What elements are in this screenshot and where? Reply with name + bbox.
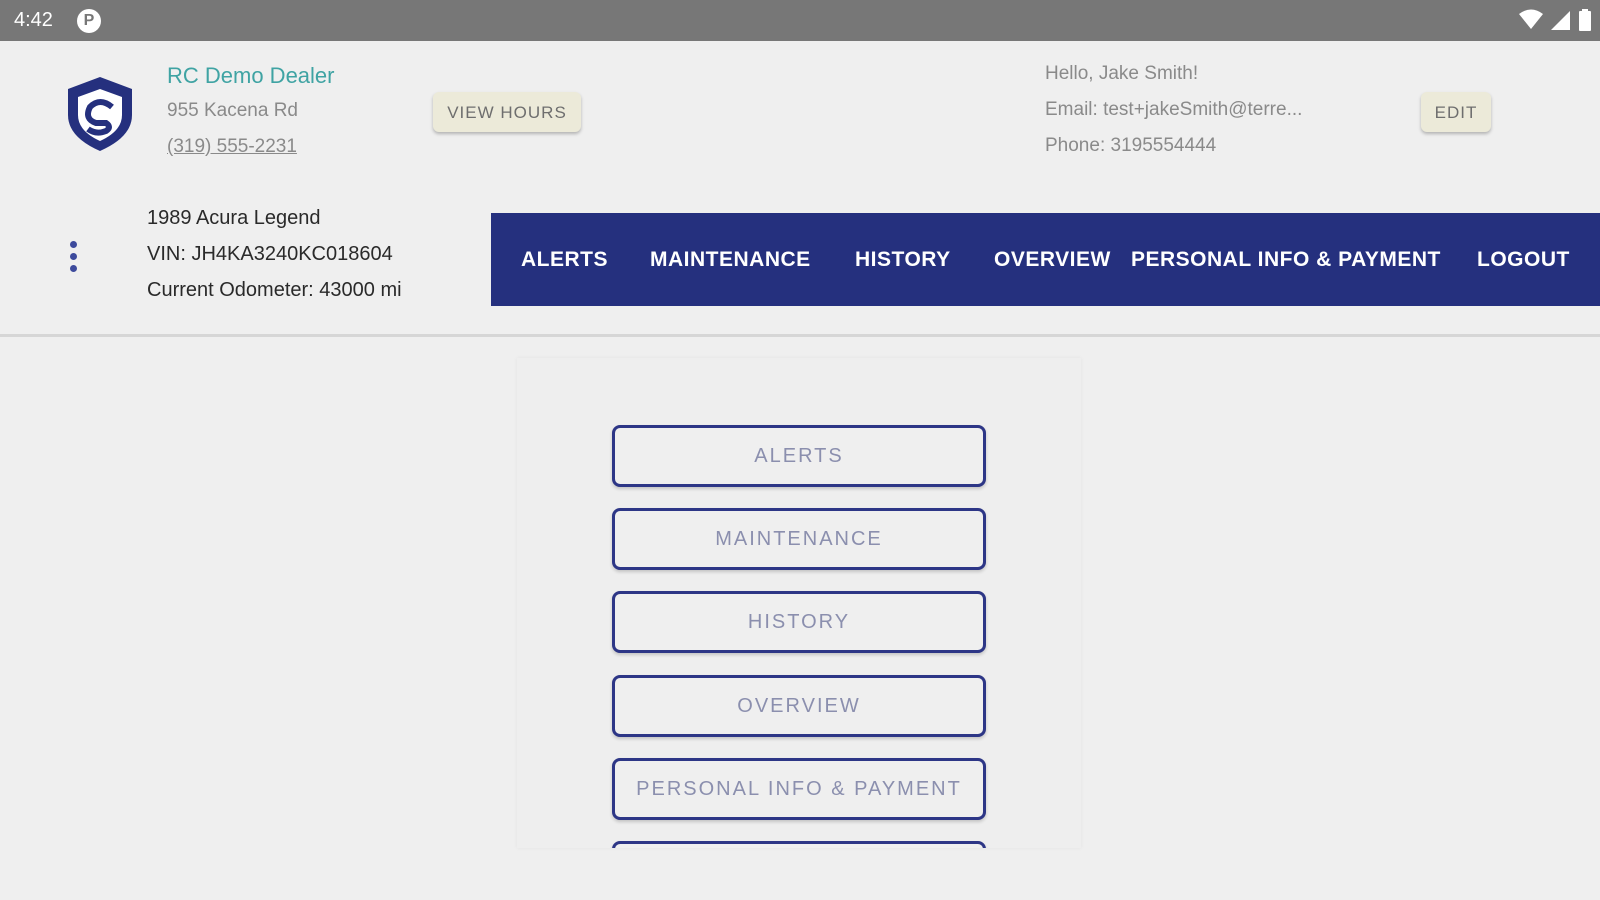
menu-panel: ALERTS MAINTENANCE HISTORY OVERVIEW PERS… [517, 358, 1081, 848]
menu-next-button-partial[interactable] [612, 841, 986, 848]
menu-overview-button[interactable]: OVERVIEW [612, 675, 986, 737]
dealer-address: 955 Kacena Rd [167, 100, 298, 121]
nav-maintenance[interactable]: MAINTENANCE [650, 213, 811, 306]
nav-alerts[interactable]: ALERTS [521, 213, 608, 306]
edit-profile-button[interactable]: EDIT [1421, 92, 1491, 132]
vehicle-vin: VIN: JH4KA3240KC018604 [147, 243, 393, 265]
nav-personal-info-payment[interactable]: PERSONAL INFO & PAYMENT [1131, 213, 1441, 306]
battery-icon [1579, 9, 1591, 31]
dealer-shield-logo-icon [68, 77, 132, 151]
user-greeting: Hello, Jake Smith! [1045, 63, 1199, 84]
vehicle-name: 1989 Acura Legend [147, 207, 321, 229]
header-divider [0, 334, 1600, 337]
dealer-phone-link[interactable]: (319) 555-2231 [167, 136, 297, 158]
menu-personal-info-payment-button[interactable]: PERSONAL INFO & PAYMENT [612, 758, 986, 820]
dealer-name: RC Demo Dealer [167, 63, 335, 88]
parking-notification-icon: P [77, 9, 101, 33]
nav-logout[interactable]: LOGOUT [1477, 213, 1570, 306]
vehicle-odometer: Current Odometer: 43000 mi [147, 279, 402, 301]
status-bar: 4:42 P [0, 0, 1600, 41]
menu-alerts-button[interactable]: ALERTS [612, 425, 986, 487]
system-icons [1516, 9, 1592, 31]
menu-maintenance-button[interactable]: MAINTENANCE [612, 508, 986, 570]
nav-overview[interactable]: OVERVIEW [994, 213, 1111, 306]
wifi-icon [1519, 9, 1544, 29]
user-phone: Phone: 3195554444 [1045, 135, 1217, 156]
user-email: Email: test+jakeSmith@terre... [1045, 99, 1303, 120]
status-time: 4:42 [14, 9, 53, 31]
more-options-icon[interactable] [65, 241, 81, 277]
view-hours-button[interactable]: VIEW HOURS [433, 92, 581, 132]
cell-signal-icon [1550, 11, 1570, 30]
nav-history[interactable]: HISTORY [855, 213, 951, 306]
main-nav-bar: ALERTS MAINTENANCE HISTORY OVERVIEW PERS… [491, 213, 1600, 306]
menu-history-button[interactable]: HISTORY [612, 591, 986, 653]
